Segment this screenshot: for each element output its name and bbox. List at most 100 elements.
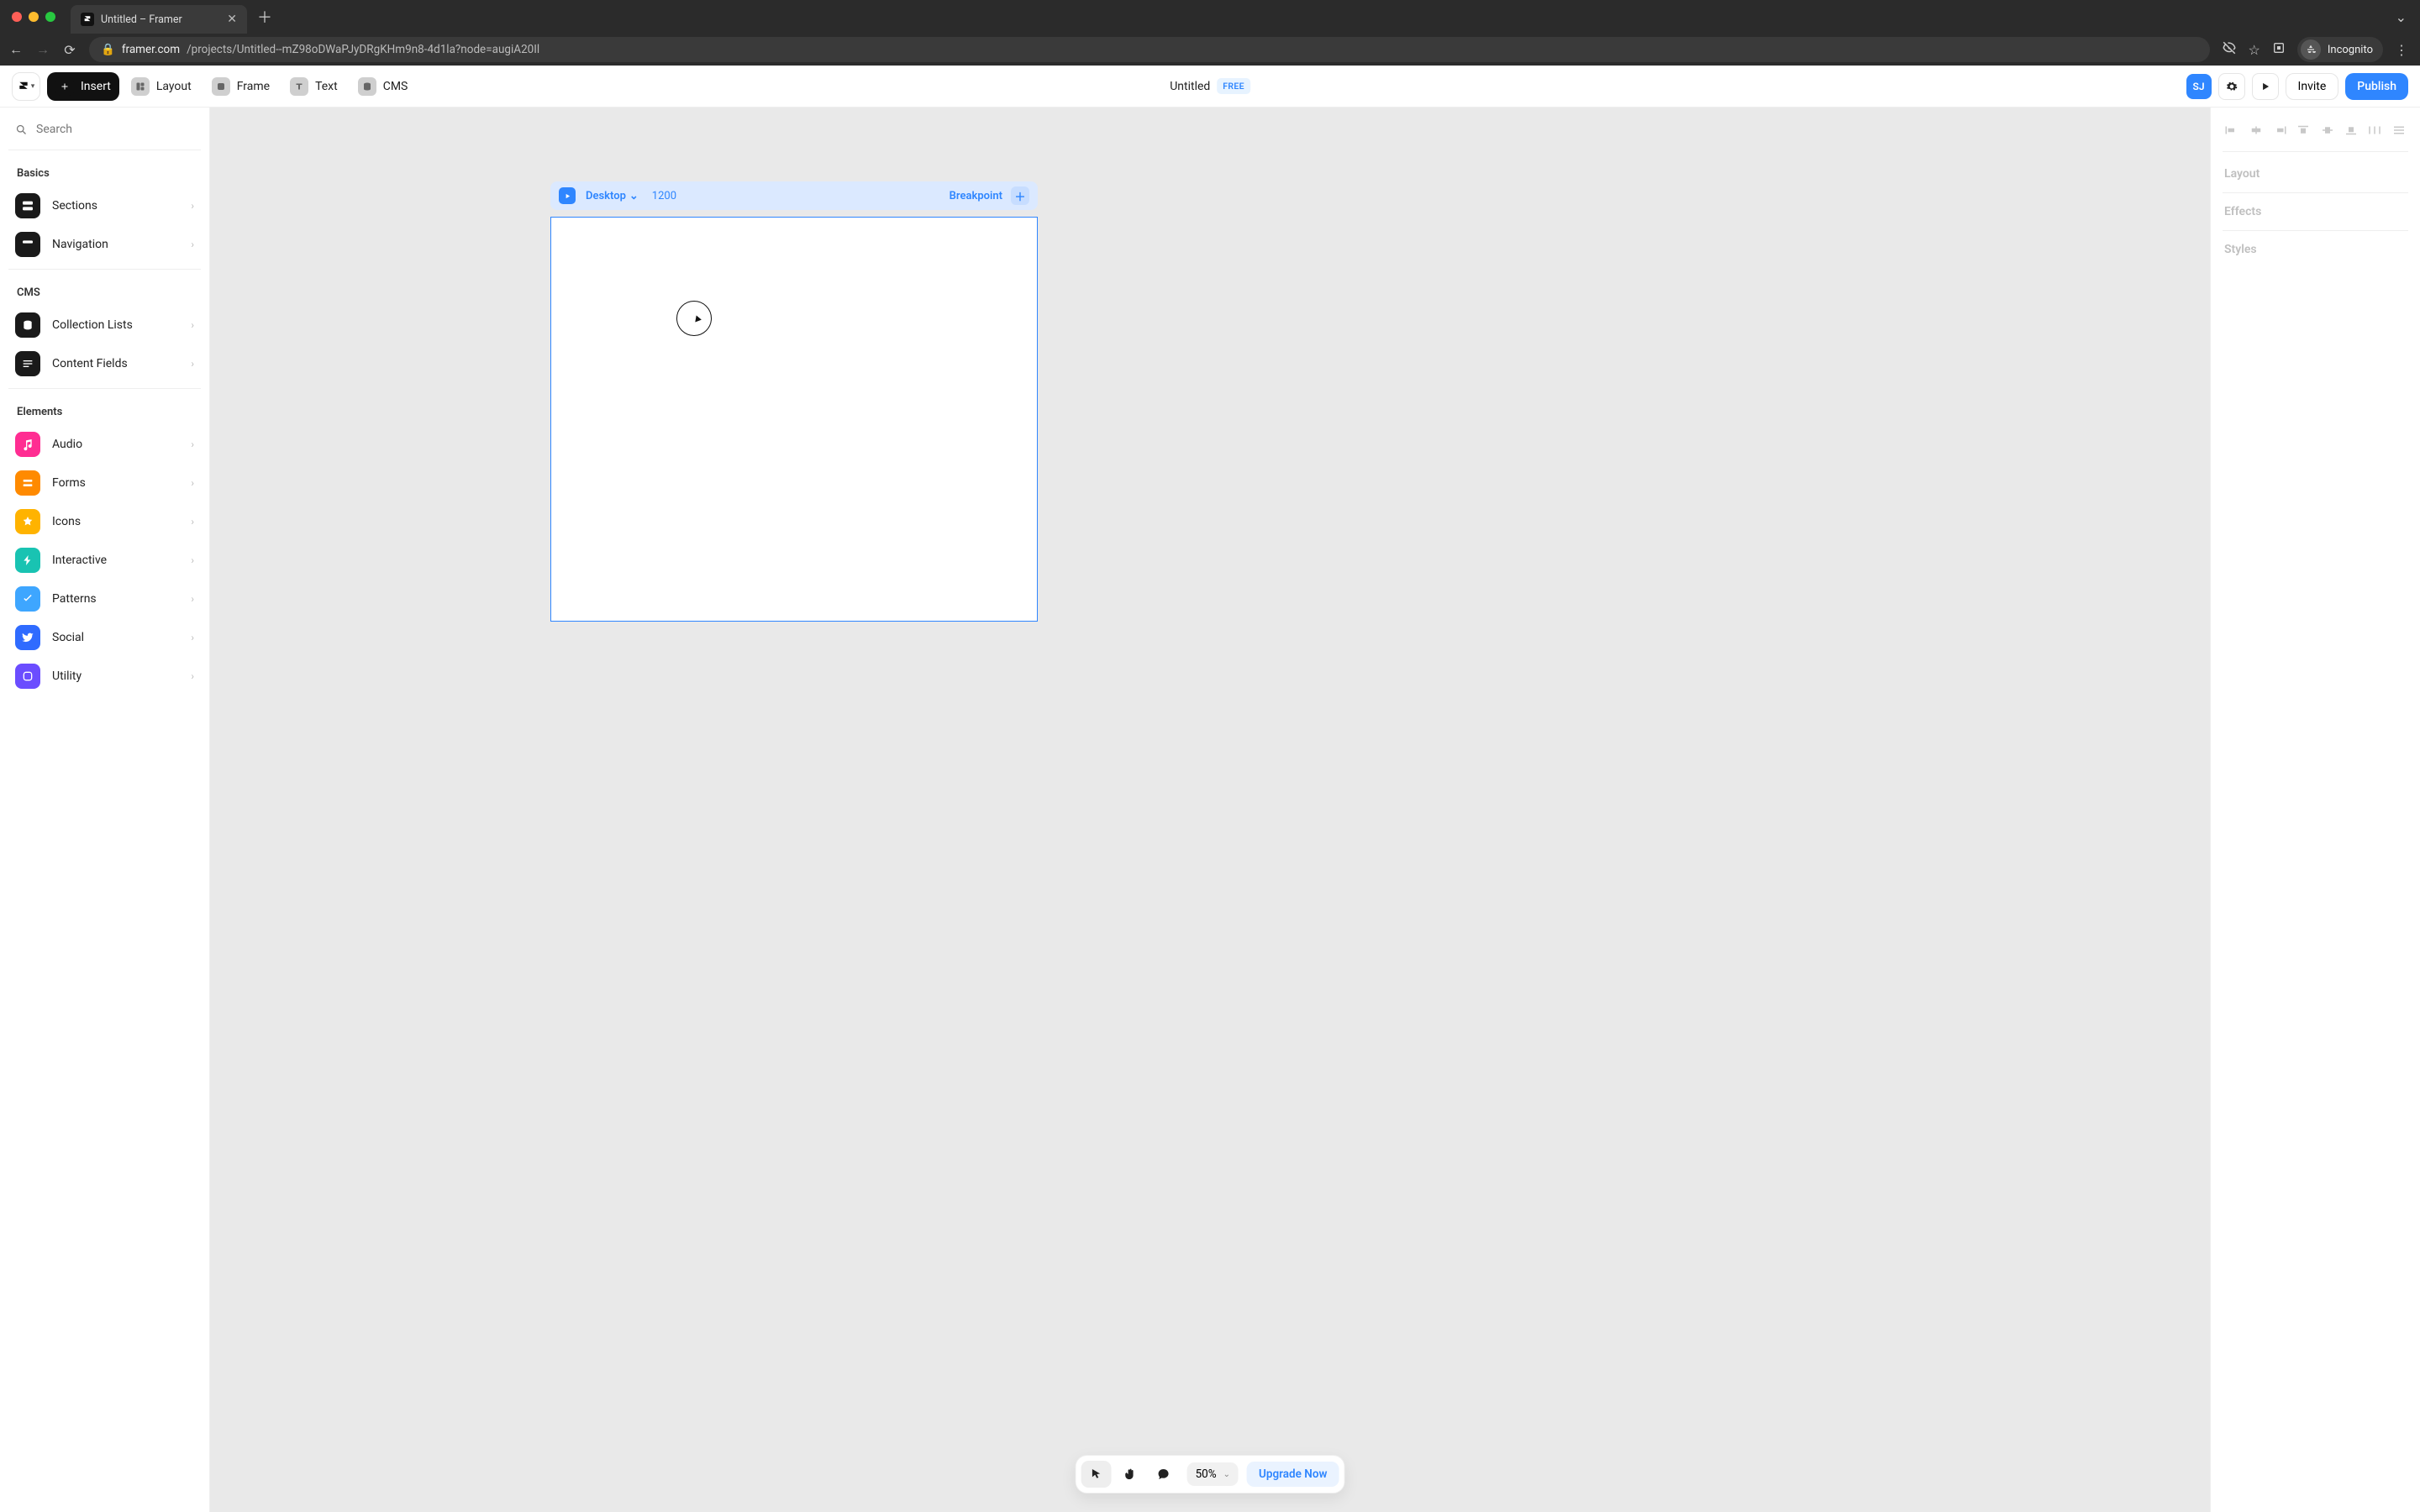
layout-tool[interactable]: Layout	[123, 72, 200, 101]
sidebar-item-content-fields[interactable]: Content Fields ›	[0, 344, 209, 383]
window-controls[interactable]	[12, 12, 55, 22]
sidebar-item-label: Patterns	[52, 592, 97, 606]
app-toolbar: ▾ Insert Layout Frame Text CMS	[0, 66, 2420, 108]
url-input[interactable]: 🔒 framer.com/projects/Untitled--mZ98oDWa…	[89, 37, 2210, 62]
toolbar-right: SJ Invite Publish	[2186, 73, 2408, 100]
forward-button: →	[35, 41, 50, 58]
align-h-center-button[interactable]	[2246, 121, 2265, 139]
preview-button[interactable]	[2252, 73, 2279, 100]
hand-tool-button[interactable]	[1115, 1461, 1145, 1488]
sidebar-item-label: Collection Lists	[52, 318, 133, 332]
chevron-down-icon: ⌄	[1223, 1470, 1230, 1479]
user-avatar[interactable]: SJ	[2186, 74, 2212, 99]
artboard-desktop[interactable]	[550, 217, 1038, 622]
breakpoint-dropdown[interactable]: Desktop ⌄	[586, 190, 639, 202]
new-tab-button[interactable]: ＋	[257, 6, 272, 28]
tab-title: Untitled – Framer	[101, 13, 182, 26]
browser-menu-icon[interactable]: ⋮	[2395, 42, 2408, 58]
preview-page-button[interactable]	[559, 187, 576, 204]
eye-off-icon[interactable]	[2222, 40, 2237, 59]
bolt-icon	[15, 548, 40, 573]
select-tool-button[interactable]	[1081, 1461, 1112, 1488]
maximize-window-icon[interactable]	[45, 12, 55, 22]
sidebar-item-icons[interactable]: Icons ›	[0, 502, 209, 541]
chevron-right-icon: ›	[191, 477, 194, 489]
bookmark-star-icon[interactable]: ☆	[2249, 42, 2260, 58]
frame-icon	[212, 77, 230, 96]
back-button[interactable]: ←	[8, 41, 24, 58]
sidebar-item-label: Utility	[52, 669, 82, 683]
panel-section-layout[interactable]: Layout	[2223, 155, 2408, 193]
plan-badge: FREE	[1217, 78, 1250, 94]
frame-tool[interactable]: Frame	[203, 72, 278, 101]
collection-icon	[15, 312, 40, 338]
panel-section-styles[interactable]: Styles	[2223, 231, 2408, 268]
project-title[interactable]: Untitled	[1170, 80, 1210, 93]
chevron-down-icon: ⌄	[629, 190, 639, 202]
sidebar-item-label: Forms	[52, 476, 86, 490]
browser-tab[interactable]: Untitled – Framer ✕	[71, 5, 247, 34]
navigation-icon	[15, 232, 40, 257]
breakpoint-label: Breakpoint	[950, 190, 1002, 202]
reload-button[interactable]: ⟳	[62, 42, 77, 58]
check-icon	[15, 586, 40, 612]
text-tool[interactable]: Text	[281, 72, 346, 101]
tabs-overflow-icon[interactable]: ⌄	[2396, 9, 2407, 25]
invite-button[interactable]: Invite	[2286, 73, 2339, 100]
align-bottom-button[interactable]	[2342, 121, 2360, 139]
sidebar-item-audio[interactable]: Audio ›	[0, 425, 209, 464]
align-right-button[interactable]	[2270, 121, 2289, 139]
utility-icon	[15, 664, 40, 689]
panel-section-effects[interactable]: Effects	[2223, 193, 2408, 231]
chevron-right-icon: ›	[191, 632, 194, 643]
sidebar-item-interactive[interactable]: Interactive ›	[0, 541, 209, 580]
sidebar-item-social[interactable]: Social ›	[0, 618, 209, 657]
canvas[interactable]: Desktop ⌄ 1200 Breakpoint ＋	[210, 108, 2210, 1512]
chevron-right-icon: ›	[191, 200, 194, 212]
sidebar-item-patterns[interactable]: Patterns ›	[0, 580, 209, 618]
chevron-right-icon: ›	[191, 554, 194, 566]
upgrade-button[interactable]: Upgrade Now	[1247, 1462, 1339, 1487]
sidebar-item-label: Social	[52, 631, 84, 644]
cms-tool[interactable]: CMS	[350, 72, 417, 101]
sidebar-item-label: Icons	[52, 515, 81, 528]
sidebar-item-utility[interactable]: Utility ›	[0, 657, 209, 696]
minimize-window-icon[interactable]	[29, 12, 39, 22]
align-v-center-button[interactable]	[2318, 121, 2337, 139]
sidebar-item-collection-lists[interactable]: Collection Lists ›	[0, 306, 209, 344]
app-body: Search Basics Sections › Navigation › CM…	[0, 108, 2420, 1512]
settings-button[interactable]	[2218, 73, 2245, 100]
distribute-v-button[interactable]	[2390, 121, 2408, 139]
search-icon	[15, 123, 28, 136]
distribute-h-button[interactable]	[2365, 121, 2384, 139]
section-cms-label: CMS	[0, 275, 209, 306]
framer-app: ▾ Insert Layout Frame Text CMS	[0, 66, 2420, 1512]
align-top-button[interactable]	[2294, 121, 2312, 139]
sidebar-item-label: Content Fields	[52, 357, 128, 370]
sidebar-item-forms[interactable]: Forms ›	[0, 464, 209, 502]
search-input[interactable]: Search	[0, 114, 209, 144]
chevron-right-icon: ›	[191, 239, 194, 250]
incognito-indicator[interactable]: Incognito	[2297, 37, 2383, 62]
sections-icon	[15, 193, 40, 218]
project-title-area: Untitled FREE	[1170, 78, 1250, 94]
sidebar-item-navigation[interactable]: Navigation ›	[0, 225, 209, 264]
extensions-icon[interactable]	[2272, 41, 2286, 58]
comment-tool-button[interactable]	[1149, 1461, 1179, 1488]
browser-chrome: Untitled – Framer ✕ ＋ ⌄ ← → ⟳ 🔒 framer.c…	[0, 0, 2420, 66]
insert-label: Insert	[81, 80, 111, 93]
twitter-icon	[15, 625, 40, 650]
hand-icon	[1123, 1467, 1137, 1481]
publish-button[interactable]: Publish	[2345, 73, 2408, 100]
section-basics-label: Basics	[0, 155, 209, 186]
insert-tool[interactable]: Insert	[47, 72, 119, 101]
sidebar-item-label: Navigation	[52, 238, 108, 251]
add-breakpoint-button[interactable]: ＋	[1011, 186, 1029, 205]
close-tab-icon[interactable]: ✕	[227, 13, 237, 26]
align-left-button[interactable]	[2223, 121, 2241, 139]
sidebar-item-sections[interactable]: Sections ›	[0, 186, 209, 225]
lock-icon: 🔒	[101, 43, 115, 56]
zoom-dropdown[interactable]: 50% ⌄	[1187, 1462, 1239, 1486]
close-window-icon[interactable]	[12, 12, 22, 22]
main-menu-button[interactable]: ▾	[12, 72, 40, 101]
